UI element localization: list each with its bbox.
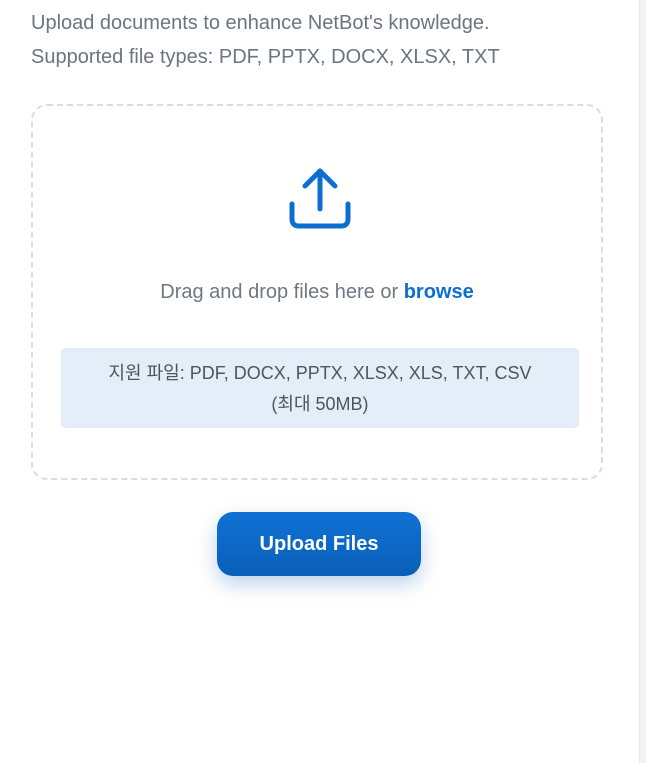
- page-scrollbar[interactable]: [639, 0, 646, 763]
- supported-files-notice: 지원 파일: PDF, DOCX, PPTX, XLSX, XLS, TXT, …: [61, 348, 579, 428]
- drag-drop-label: Drag and drop files here or: [160, 281, 404, 303]
- file-dropzone[interactable]: Drag and drop files here or browse 지원 파일…: [31, 104, 603, 480]
- drag-drop-instruction: Drag and drop files here or browse: [33, 281, 601, 304]
- upload-icon: [289, 168, 351, 229]
- description-line-file-types: Supported file types: PDF, PPTX, DOCX, X…: [31, 46, 500, 68]
- upload-description: Upload documents to enhance NetBot's kno…: [31, 6, 611, 74]
- upload-page: Upload documents to enhance NetBot's kno…: [0, 0, 646, 763]
- browse-link[interactable]: browse: [404, 281, 474, 303]
- description-line-knowledge: Upload documents to enhance NetBot's kno…: [31, 12, 490, 34]
- supported-file-types: 지원 파일: PDF, DOCX, PPTX, XLSX, XLS, TXT, …: [108, 363, 532, 383]
- upload-files-button[interactable]: Upload Files: [217, 512, 421, 576]
- max-file-size: (최대 50MB): [271, 394, 369, 414]
